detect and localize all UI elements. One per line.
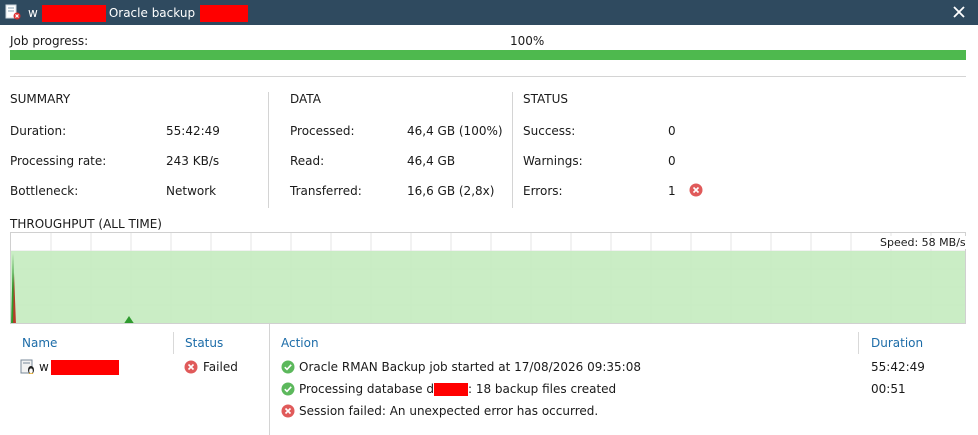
errors-label: Errors: <box>523 184 563 198</box>
success-icon <box>281 382 295 396</box>
log-text-before: Processing database d <box>299 382 434 396</box>
log-entry-duration: 55:42:49 <box>871 360 925 374</box>
success-value: 0 <box>668 124 676 138</box>
close-icon[interactable] <box>950 3 968 21</box>
job-progress-bar <box>10 50 966 60</box>
log-text-after: : 18 backup files created <box>467 382 617 396</box>
log-entry-text: Processing database d : 18 backup files c… <box>299 382 616 396</box>
warnings-label: Warnings: <box>523 154 583 168</box>
error-icon <box>281 404 295 418</box>
error-icon <box>184 360 198 374</box>
job-icon <box>5 4 21 20</box>
title-prefix: w <box>28 6 38 20</box>
processed-value: 46,4 GB (100%) <box>407 124 503 138</box>
column-header-duration[interactable]: Duration <box>871 336 923 350</box>
success-icon <box>281 360 295 374</box>
processing-rate-value: 243 KB/s <box>166 154 220 168</box>
throughput-chart <box>10 232 966 324</box>
throughput-graph <box>11 233 965 323</box>
job-progress-fill <box>10 50 966 60</box>
transferred-value: 16,6 GB (2,8x) <box>407 184 495 198</box>
column-separator <box>858 332 859 354</box>
redaction-mark <box>50 360 119 375</box>
column-header-action[interactable]: Action <box>281 336 319 350</box>
error-icon <box>689 183 703 197</box>
duration-value: 55:42:49 <box>166 124 220 138</box>
column-divider <box>268 92 269 208</box>
log-entry-duration: 00:51 <box>871 382 906 396</box>
redaction-mark <box>200 5 249 22</box>
success-label: Success: <box>523 124 576 138</box>
throughput-speed: Speed: 58 MB/s <box>878 236 968 249</box>
column-separator <box>173 332 174 354</box>
log-entry-text: Session failed: An unexpected error has … <box>299 404 599 418</box>
data-heading: DATA <box>290 92 321 106</box>
read-label: Read: <box>290 154 325 168</box>
title-bar: w Oracle backup <box>0 0 978 25</box>
warnings-value: 0 <box>668 154 676 168</box>
log-entry-text: Oracle RMAN Backup job started at 17/08/… <box>299 360 641 374</box>
divider <box>10 76 966 77</box>
column-header-name[interactable]: Name <box>22 336 57 350</box>
linux-server-icon <box>20 359 34 374</box>
processing-rate-label: Processing rate: <box>10 154 107 168</box>
status-heading: STATUS <box>523 92 569 106</box>
summary-heading: SUMMARY <box>10 92 71 106</box>
bottleneck-label: Bottleneck: <box>10 184 79 198</box>
redaction-mark <box>41 5 106 22</box>
throughput-heading: THROUGHPUT (ALL TIME) <box>10 217 162 231</box>
duration-label: Duration: <box>10 124 67 138</box>
job-progress-label: Job progress: <box>10 34 89 48</box>
redaction-mark <box>433 383 468 396</box>
window-title: w Oracle backup <box>28 5 249 22</box>
job-progress-percent: 100% <box>510 34 545 48</box>
object-name-prefix: w <box>39 360 49 374</box>
column-header-status[interactable]: Status <box>185 336 223 350</box>
object-status: Failed <box>203 360 238 374</box>
transferred-label: Transferred: <box>290 184 362 198</box>
bottleneck-value: Network <box>166 184 217 198</box>
title-job-type: Oracle backup <box>108 6 196 20</box>
errors-value: 1 <box>668 184 676 198</box>
read-value: 46,4 GB <box>407 154 456 168</box>
column-divider <box>512 92 513 208</box>
processed-label: Processed: <box>290 124 355 138</box>
object-name[interactable]: w <box>39 360 119 375</box>
